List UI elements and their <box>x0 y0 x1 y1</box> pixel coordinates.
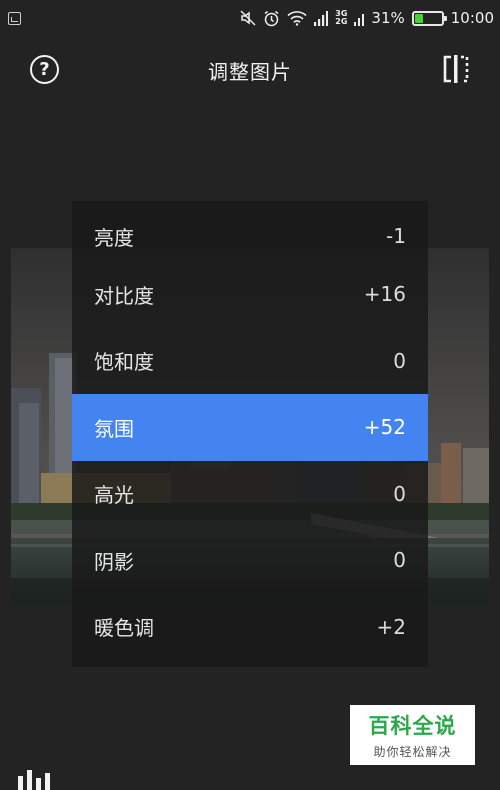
adjust-label: 阴影 <box>94 549 134 574</box>
battery-level-fill <box>414 13 423 23</box>
adjust-label: 高光 <box>94 483 134 508</box>
tools-button[interactable] <box>18 770 50 790</box>
watermark-subtitle: 助你轻松解决 <box>373 745 452 759</box>
network-bottom-label: 2G <box>335 17 348 26</box>
alarm-icon <box>263 10 280 27</box>
compare-split-icon <box>443 55 469 83</box>
gallery-notification-icon <box>8 11 21 25</box>
header: ? 调整图片 <box>0 44 500 94</box>
adjust-value: 0 <box>393 548 406 573</box>
adjust-value: +16 <box>363 282 406 307</box>
adjust-label: 对比度 <box>94 283 154 308</box>
adjust-value: +52 <box>363 415 406 440</box>
signal-icon <box>314 10 329 26</box>
adjust-label: 暖色调 <box>94 616 154 641</box>
mute-icon <box>240 10 256 26</box>
adjust-item-shadows[interactable]: 阴影 0 <box>72 527 428 594</box>
adjust-value: +2 <box>376 614 406 639</box>
network-type-label: 3G 2G <box>335 10 347 26</box>
adjust-item-contrast[interactable]: 对比度 +16 <box>72 261 428 328</box>
watermark-logo: 百科全说 助你轻松解决 <box>350 705 475 765</box>
adjust-value: -1 <box>386 224 406 248</box>
page-title: 调整图片 <box>208 60 292 84</box>
status-bar: 3G 2G 31% 10:00 <box>0 0 500 36</box>
adjust-label: 亮度 <box>94 225 134 250</box>
adjust-label: 氛围 <box>94 416 134 441</box>
battery-icon <box>411 10 447 26</box>
adjust-value: 0 <box>393 348 406 373</box>
adjust-label: 饱和度 <box>94 350 154 375</box>
compare-button[interactable] <box>441 54 471 84</box>
adjust-value: 0 <box>393 481 406 506</box>
screen: 3G 2G 31% 10:00 ? 调整图片 亮度 -1 对比度 +16 饱和度… <box>0 0 500 790</box>
adjust-item-ambiance[interactable]: 氛围 +52 <box>72 394 428 461</box>
battery-percent: 31% <box>371 9 405 27</box>
adjustment-menu: 亮度 -1 对比度 +16 饱和度 0 氛围 +52 高光 0 阴影 0 暖色调… <box>72 201 428 667</box>
adjust-item-brightness[interactable]: 亮度 -1 <box>72 201 428 261</box>
adjust-item-highlights[interactable]: 高光 0 <box>72 461 428 528</box>
adjust-item-warmth[interactable]: 暖色调 +2 <box>72 594 428 661</box>
signal-icon-secondary <box>354 11 365 26</box>
tools-bars-icon <box>18 770 50 790</box>
wifi-icon <box>287 10 307 26</box>
status-time: 10:00 <box>450 9 494 27</box>
watermark-title: 百科全说 <box>368 714 457 738</box>
adjust-item-saturation[interactable]: 饱和度 0 <box>72 328 428 395</box>
